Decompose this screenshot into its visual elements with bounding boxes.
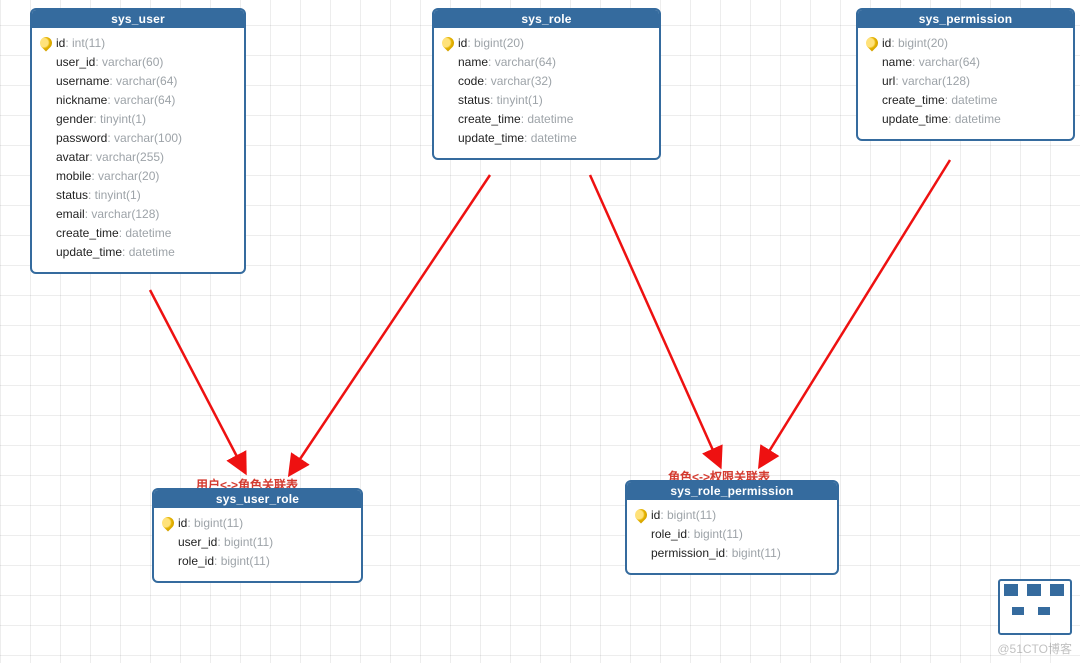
field-name: name: varchar(64): [864, 53, 1067, 72]
field-id: id: bigint(20): [864, 34, 1067, 53]
field-mobile: mobile: varchar(20): [38, 167, 238, 186]
field-avatar: avatar: varchar(255): [38, 148, 238, 167]
field-create_time: create_time: datetime: [440, 110, 653, 129]
field-role_id: role_id: bigint(11): [633, 525, 831, 544]
field-user_id: user_id: bigint(11): [160, 533, 355, 552]
watermark-text: @51CTO博客: [997, 640, 1072, 657]
entity-fields: id: bigint(11)user_id: bigint(11)role_id…: [154, 508, 361, 581]
field-role_id: role_id: bigint(11): [160, 552, 355, 571]
entity-sys-user-role[interactable]: sys_user_role id: bigint(11)user_id: big…: [152, 488, 363, 583]
entity-fields: id: int(11)user_id: varchar(60)username:…: [32, 28, 244, 272]
entity-title: sys_role: [434, 10, 659, 28]
field-id: id: int(11): [38, 34, 238, 53]
entity-sys-permission[interactable]: sys_permission id: bigint(20)name: varch…: [856, 8, 1075, 141]
field-create_time: create_time: datetime: [864, 91, 1067, 110]
minimap-thumbnail[interactable]: [998, 579, 1072, 635]
field-password: password: varchar(100): [38, 129, 238, 148]
entity-title: sys_permission: [858, 10, 1073, 28]
field-nickname: nickname: varchar(64): [38, 91, 238, 110]
field-update_time: update_time: datetime: [38, 243, 238, 262]
field-id: id: bigint(20): [440, 34, 653, 53]
entity-fields: id: bigint(11)role_id: bigint(11)permiss…: [627, 500, 837, 573]
entity-fields: id: bigint(20)name: varchar(64)url: varc…: [858, 28, 1073, 139]
entity-sys-user[interactable]: sys_user id: int(11)user_id: varchar(60)…: [30, 8, 246, 274]
field-gender: gender: tinyint(1): [38, 110, 238, 129]
entity-fields: id: bigint(20)name: varchar(64)code: var…: [434, 28, 659, 158]
field-create_time: create_time: datetime: [38, 224, 238, 243]
entity-title: sys_user_role: [154, 490, 361, 508]
entity-sys-role-permission[interactable]: sys_role_permission id: bigint(11)role_i…: [625, 480, 839, 575]
field-status: status: tinyint(1): [38, 186, 238, 205]
field-email: email: varchar(128): [38, 205, 238, 224]
diagram-canvas: 用户表 角色表 权限表 用户<->角色关联表 角色<->权限关联表 sys_us…: [0, 0, 1080, 663]
field-update_time: update_time: datetime: [864, 110, 1067, 129]
field-code: code: varchar(32): [440, 72, 653, 91]
field-permission_id: permission_id: bigint(11): [633, 544, 831, 563]
field-url: url: varchar(128): [864, 72, 1067, 91]
field-update_time: update_time: datetime: [440, 129, 653, 148]
field-username: username: varchar(64): [38, 72, 238, 91]
entity-sys-role[interactable]: sys_role id: bigint(20)name: varchar(64)…: [432, 8, 661, 160]
field-id: id: bigint(11): [160, 514, 355, 533]
entity-title: sys_user: [32, 10, 244, 28]
field-name: name: varchar(64): [440, 53, 653, 72]
field-id: id: bigint(11): [633, 506, 831, 525]
field-user_id: user_id: varchar(60): [38, 53, 238, 72]
entity-title: sys_role_permission: [627, 482, 837, 500]
field-status: status: tinyint(1): [440, 91, 653, 110]
